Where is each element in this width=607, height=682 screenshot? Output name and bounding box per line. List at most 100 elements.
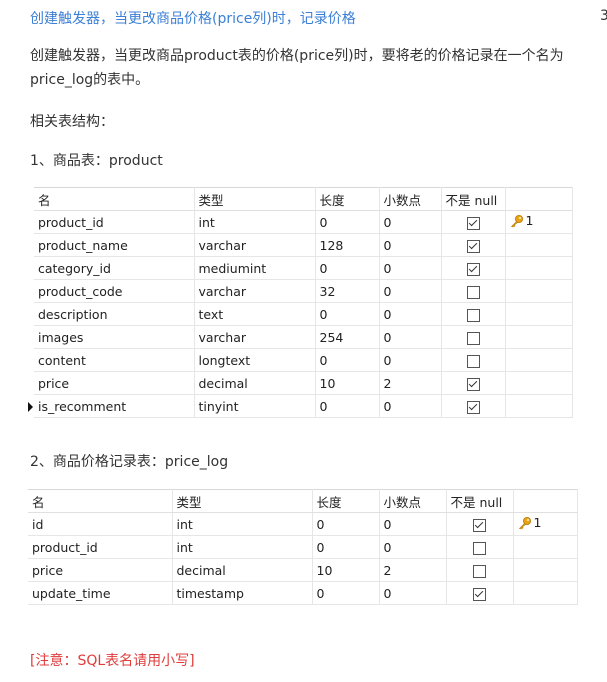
column-decimals[interactable]: 0 [379, 233, 442, 257]
table-row[interactable]: product_id int 0 0 1 [28, 210, 573, 234]
column-not-null[interactable] [441, 256, 506, 280]
column-name[interactable]: product_id [34, 210, 195, 234]
column-length[interactable]: 0 [312, 535, 380, 559]
column-name[interactable]: content [34, 348, 195, 372]
column-type[interactable]: longtext [194, 348, 316, 372]
column-not-null[interactable] [441, 279, 506, 303]
column-type[interactable]: varchar [194, 325, 316, 349]
column-decimals[interactable]: 0 [379, 325, 442, 349]
column-type[interactable]: tinyint [194, 394, 316, 418]
column-type[interactable]: timestamp [172, 581, 313, 605]
header-column-name[interactable]: 名 [28, 489, 173, 513]
column-not-null[interactable] [441, 210, 506, 234]
table-row[interactable]: is_recomment tinyint 0 0 [28, 394, 573, 418]
column-length[interactable]: 10 [312, 558, 380, 582]
column-name[interactable]: description [34, 302, 195, 326]
table-row[interactable]: price decimal 10 2 [28, 371, 573, 395]
column-length[interactable]: 0 [315, 394, 380, 418]
column-name[interactable]: id [28, 512, 173, 536]
column-name[interactable]: images [34, 325, 195, 349]
header-column-not-null[interactable]: 不是 null [441, 187, 506, 211]
header-column-type[interactable]: 类型 [194, 187, 316, 211]
not-null-checkbox[interactable] [473, 518, 486, 532]
article-title-link[interactable]: 创建触发器，当更改商品价格(price列)时，记录价格 [30, 8, 356, 28]
column-type[interactable]: int [172, 535, 313, 559]
column-decimals[interactable]: 2 [379, 558, 447, 582]
column-not-null[interactable] [446, 535, 514, 559]
column-not-null[interactable] [441, 348, 506, 372]
not-null-checkbox[interactable] [466, 331, 480, 345]
column-name[interactable]: product_code [34, 279, 195, 303]
column-decimals[interactable]: 0 [379, 394, 442, 418]
column-length[interactable]: 0 [315, 256, 380, 280]
table-row[interactable]: update_time timestamp 0 0 [22, 581, 578, 605]
column-decimals[interactable]: 0 [379, 581, 447, 605]
not-null-checkbox[interactable] [473, 587, 486, 601]
table-row[interactable]: product_id int 0 0 [22, 535, 578, 559]
column-length[interactable]: 32 [315, 279, 380, 303]
column-type[interactable]: text [194, 302, 316, 326]
column-type[interactable]: mediumint [194, 256, 316, 280]
column-not-null[interactable] [441, 371, 506, 395]
table-row[interactable]: images varchar 254 0 [28, 325, 573, 349]
column-type[interactable]: varchar [194, 279, 316, 303]
column-not-null[interactable] [446, 581, 514, 605]
column-decimals[interactable]: 0 [379, 210, 442, 234]
table-row[interactable]: description text 0 0 [28, 302, 573, 326]
column-name[interactable]: category_id [34, 256, 195, 280]
not-null-checkbox[interactable] [473, 541, 486, 555]
header-column-length[interactable]: 长度 [312, 489, 380, 513]
column-type[interactable]: int [172, 512, 313, 536]
not-null-checkbox[interactable] [466, 354, 480, 368]
column-length[interactable]: 0 [312, 581, 380, 605]
table-row[interactable]: product_code varchar 32 0 [28, 279, 573, 303]
not-null-checkbox[interactable] [466, 262, 480, 276]
column-type[interactable]: decimal [172, 558, 313, 582]
column-length[interactable]: 10 [315, 371, 380, 395]
header-column-not-null[interactable]: 不是 null [446, 489, 514, 513]
header-column-name[interactable]: 名 [34, 187, 195, 211]
header-column-decimals[interactable]: 小数点 [379, 489, 447, 513]
not-null-checkbox[interactable] [466, 285, 480, 299]
not-null-checkbox[interactable] [466, 400, 480, 414]
column-name[interactable]: product_id [28, 535, 173, 559]
column-decimals[interactable]: 0 [379, 256, 442, 280]
column-decimals[interactable]: 0 [379, 279, 442, 303]
table-row[interactable]: content longtext 0 0 [28, 348, 573, 372]
column-decimals[interactable]: 0 [379, 535, 447, 559]
column-not-null[interactable] [441, 302, 506, 326]
header-column-length[interactable]: 长度 [315, 187, 380, 211]
column-name[interactable]: update_time [28, 581, 173, 605]
column-length[interactable]: 0 [312, 512, 380, 536]
column-decimals[interactable]: 0 [379, 302, 442, 326]
column-length[interactable]: 0 [315, 210, 380, 234]
column-name[interactable]: price [28, 558, 173, 582]
table-row[interactable]: id int 0 0 1 [22, 512, 578, 536]
column-length[interactable]: 0 [315, 348, 380, 372]
header-column-key[interactable] [505, 187, 573, 211]
column-decimals[interactable]: 2 [379, 371, 442, 395]
table-row[interactable]: product_name varchar 128 0 [28, 233, 573, 257]
column-type[interactable]: int [194, 210, 316, 234]
column-name[interactable]: product_name [34, 233, 195, 257]
not-null-checkbox[interactable] [473, 564, 486, 578]
column-length[interactable]: 254 [315, 325, 380, 349]
table-row[interactable]: price decimal 10 2 [22, 558, 578, 582]
header-column-decimals[interactable]: 小数点 [379, 187, 442, 211]
table-row[interactable]: category_id mediumint 0 0 [28, 256, 573, 280]
not-null-checkbox[interactable] [466, 239, 480, 253]
column-type[interactable]: varchar [194, 233, 316, 257]
not-null-checkbox[interactable] [466, 308, 480, 322]
column-not-null[interactable] [441, 233, 506, 257]
column-not-null[interactable] [446, 512, 514, 536]
column-not-null[interactable] [441, 325, 506, 349]
header-column-key[interactable] [513, 489, 578, 513]
column-not-null[interactable] [441, 394, 506, 418]
column-not-null[interactable] [446, 558, 514, 582]
not-null-checkbox[interactable] [466, 216, 480, 230]
column-decimals[interactable]: 0 [379, 512, 447, 536]
column-decimals[interactable]: 0 [379, 348, 442, 372]
column-type[interactable]: decimal [194, 371, 316, 395]
header-column-type[interactable]: 类型 [172, 489, 313, 513]
not-null-checkbox[interactable] [466, 377, 480, 391]
